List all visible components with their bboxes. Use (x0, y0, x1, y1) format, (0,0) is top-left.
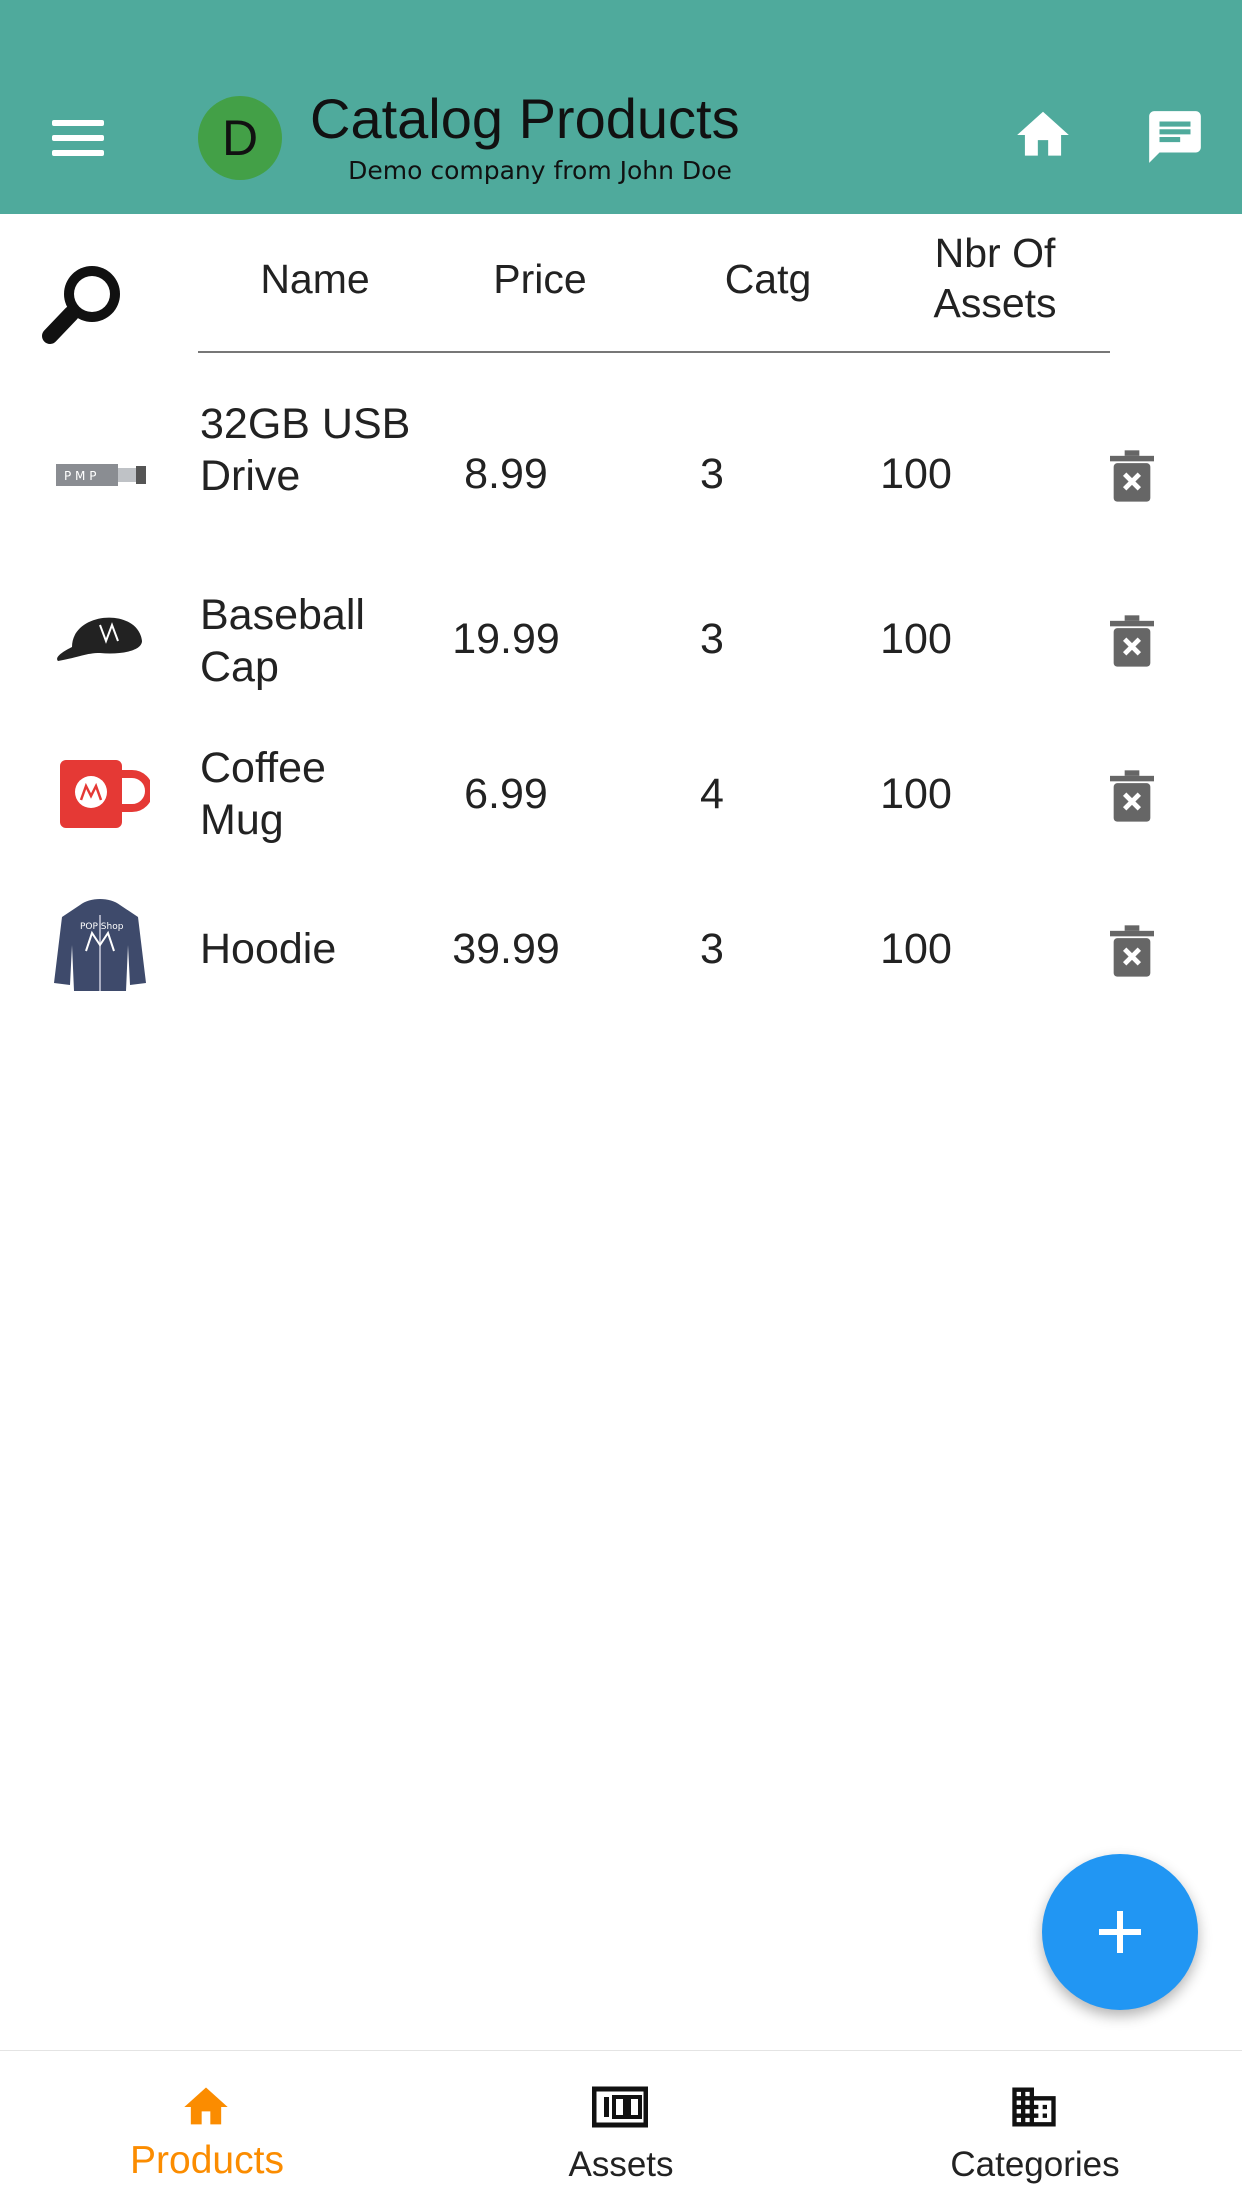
product-assets: 100 (880, 450, 952, 498)
product-catg: 3 (700, 925, 724, 973)
avatar-letter: D (221, 110, 259, 166)
nav-label-categories: Categories (950, 2145, 1120, 2184)
hoodie-image: POP Shop (54, 899, 146, 991)
coffee-mug-image (60, 760, 150, 828)
product-price: 39.99 (452, 925, 560, 973)
delete-icon[interactable] (1110, 450, 1154, 502)
table-row[interactable]: P M P 32GB USB Drive 8.99 3 100 (0, 390, 1242, 560)
bottom-navigation: Products Assets Categories (0, 2050, 1242, 2208)
svg-text:POP Shop: POP Shop (80, 922, 124, 932)
product-catg: 3 (700, 615, 724, 663)
nav-label-products: Products (130, 2139, 284, 2182)
column-header-assets[interactable]: Nbr Of Assets (890, 228, 1100, 328)
nav-item-products[interactable]: Products (0, 2051, 414, 2208)
product-name: Coffee Mug (200, 744, 326, 844)
add-product-button[interactable] (1042, 1854, 1198, 2010)
product-catg: 3 (700, 450, 724, 498)
baseball-cap-image (57, 617, 142, 661)
home-icon (184, 2087, 228, 2125)
product-assets: 100 (880, 615, 952, 663)
app-bar: D Catalog Products Demo company from Joh… (0, 0, 1242, 214)
product-price: 19.99 (452, 615, 560, 663)
product-assets: 100 (880, 925, 952, 973)
page-title: Catalog Products (310, 87, 740, 150)
table-row[interactable]: Coffee Mug 6.99 4 100 (0, 740, 1242, 850)
product-name: Baseball Cap (200, 591, 365, 691)
svg-text:P M P: P M P (64, 469, 96, 483)
building-icon (1012, 2087, 1056, 2127)
column-header-catg[interactable]: Catg (668, 254, 868, 304)
nav-item-assets[interactable]: Assets (414, 2051, 828, 2208)
product-price: 6.99 (464, 770, 548, 818)
plus-icon (1099, 1911, 1141, 1953)
product-name: Hoodie (200, 925, 337, 973)
chat-icon[interactable] (1144, 106, 1206, 168)
delete-icon[interactable] (1110, 770, 1154, 822)
column-header-price[interactable]: Price (440, 254, 640, 304)
product-catg: 4 (700, 770, 724, 818)
counter-icon (592, 2086, 648, 2128)
table-row[interactable]: POP Shop Hoodie 39.99 3 100 (0, 895, 1242, 1005)
product-name: 32GB USB Drive (200, 400, 411, 500)
usb-drive-image: P M P (56, 464, 146, 486)
product-price: 8.99 (464, 450, 548, 498)
avatar[interactable]: D (198, 96, 282, 180)
home-icon[interactable] (1012, 104, 1074, 166)
table-row[interactable]: Baseball Cap 19.99 3 100 (0, 585, 1242, 695)
menu-icon[interactable] (52, 120, 104, 156)
header-divider (198, 351, 1110, 353)
column-header-name[interactable]: Name (210, 254, 420, 304)
delete-icon[interactable] (1110, 615, 1154, 667)
delete-icon[interactable] (1110, 925, 1154, 977)
nav-item-categories[interactable]: Categories (828, 2051, 1242, 2208)
product-assets: 100 (880, 770, 952, 818)
page-subtitle: Demo company from John Doe (348, 156, 732, 185)
nav-label-assets: Assets (568, 2145, 674, 2184)
search-icon[interactable] (40, 256, 132, 348)
